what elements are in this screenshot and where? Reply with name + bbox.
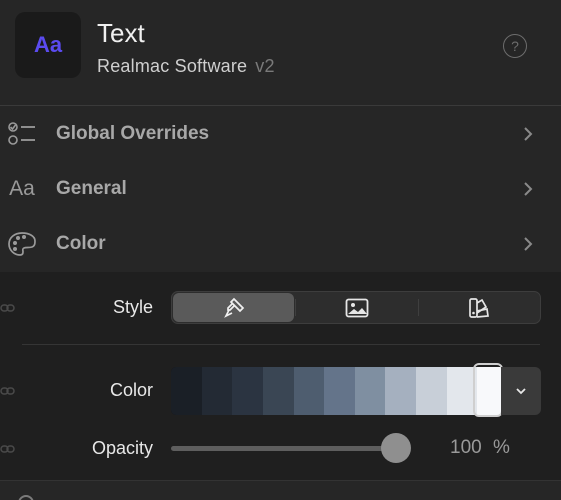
plugin-icon-text: Aa (33, 32, 63, 57)
help-icon: ? (511, 38, 519, 54)
palette-dropdown-button[interactable] (501, 367, 541, 415)
color-swatch[interactable] (446, 367, 478, 415)
section-label: Global Overrides (56, 123, 210, 144)
style-segmented-control[interactable] (171, 291, 541, 324)
section-label: General (56, 178, 127, 199)
color-swatch[interactable] (416, 367, 447, 415)
section-color[interactable]: Color (0, 216, 561, 272)
plugin-vendor: Realmac Software v2 (97, 56, 275, 77)
style-option-image[interactable] (296, 292, 417, 323)
opacity-value: 100 % (450, 437, 510, 459)
style-option-brush[interactable] (173, 293, 295, 322)
palette-icon (6, 228, 38, 260)
color-palette[interactable] (171, 367, 505, 415)
style-label: Style (112, 297, 153, 317)
vendor-name: Realmac Software (97, 56, 248, 76)
chevron-right-icon (524, 182, 533, 196)
plugin-title: Text (97, 18, 145, 48)
circle-icon (18, 495, 34, 500)
image-icon (345, 298, 369, 317)
plugin-header: Aa Text Realmac Software v2 ? (0, 0, 561, 106)
section-global-overrides[interactable]: Global Overrides (0, 106, 561, 162)
text-aa-glyph: Aa (9, 177, 35, 200)
list-check-icon (6, 118, 38, 150)
color-swatch[interactable] (385, 367, 417, 415)
section-general[interactable]: Aa General (0, 161, 561, 217)
help-button[interactable]: ? (503, 34, 527, 58)
section-label: Color (56, 233, 106, 254)
plugin-icon: Aa (15, 12, 81, 78)
brush-icon (223, 297, 244, 318)
opacity-label: Opacity (91, 438, 153, 458)
opacity-unit: % (492, 437, 510, 458)
color-swatch[interactable] (201, 367, 233, 415)
color-label: Color (109, 380, 153, 400)
color-swatch[interactable] (293, 367, 325, 415)
style-option-swatches[interactable] (419, 292, 540, 323)
opacity-slider-thumb[interactable] (381, 433, 411, 463)
next-section-peek (0, 480, 561, 500)
plugin-version: v2 (255, 56, 275, 76)
link-icon[interactable] (0, 302, 16, 314)
chevron-right-icon (524, 127, 533, 141)
panel-divider (22, 344, 540, 345)
link-icon[interactable] (0, 385, 16, 397)
color-swatch[interactable] (232, 367, 263, 415)
color-swatch[interactable] (324, 367, 355, 415)
color-swatch[interactable] (354, 367, 386, 415)
link-icon[interactable] (0, 443, 16, 455)
color-swatch[interactable] (262, 367, 294, 415)
opacity-number: 100 (450, 437, 482, 458)
color-swatch[interactable] (171, 367, 202, 415)
chevron-right-icon (524, 237, 533, 251)
swatches-icon (469, 297, 490, 318)
opacity-slider-track[interactable] (171, 446, 396, 451)
chevron-down-icon (516, 388, 526, 395)
text-aa-icon: Aa (6, 173, 38, 205)
